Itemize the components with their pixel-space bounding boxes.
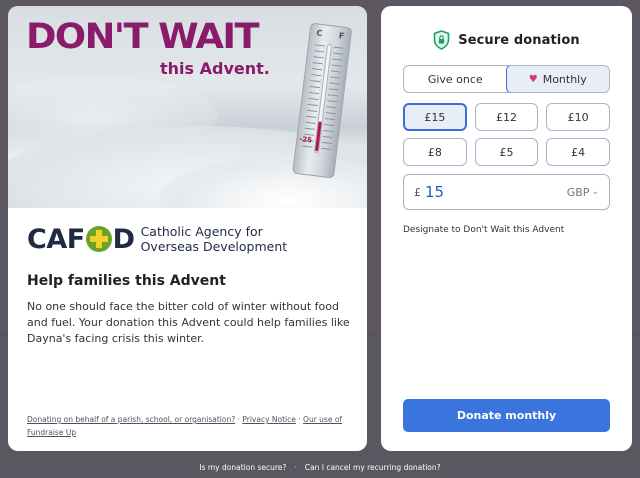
- footer-links: Donating on behalf of a parish, school, …: [27, 415, 343, 437]
- cafod-logo: CAF D Catholic Agency for Overseas Devel…: [27, 223, 288, 255]
- currency-symbol: £: [414, 185, 421, 199]
- amount-options: £15 £12 £10 £8 £5 £4: [403, 103, 610, 166]
- thermometer-reading: -25: [298, 135, 313, 145]
- secure-donation-label: Secure donation: [458, 32, 580, 48]
- frequency-toggle: Give once ♥ Monthly: [403, 65, 610, 93]
- amount-option[interactable]: £15: [403, 103, 467, 131]
- designation-text: Designate to Don't Wait this Advent: [403, 225, 565, 235]
- amount-option[interactable]: £10: [546, 103, 610, 131]
- currency-select[interactable]: GBP: [567, 186, 590, 199]
- campaign-card: DON'T WAIT this Advent. CF -25 CAF D Cat…: [8, 6, 367, 451]
- shield-lock-icon: [433, 30, 450, 50]
- hero-image: DON'T WAIT this Advent. CF -25: [8, 6, 367, 208]
- appeal-title: Help families this Advent: [27, 273, 226, 289]
- give-once-option[interactable]: Give once: [404, 66, 507, 92]
- hero-subheadline: this Advent.: [160, 59, 270, 78]
- parish-donation-link[interactable]: Donating on behalf of a parish, school, …: [27, 415, 235, 424]
- amount-value[interactable]: 15: [425, 183, 567, 201]
- cross-icon: [85, 226, 112, 252]
- amount-option[interactable]: £12: [474, 103, 539, 131]
- amount-option[interactable]: £8: [403, 138, 467, 166]
- amount-option[interactable]: £5: [474, 138, 539, 166]
- chevron-down-icon[interactable]: ⌄: [591, 187, 599, 197]
- hero-headline: DON'T WAIT: [26, 17, 260, 57]
- privacy-notice-link[interactable]: Privacy Notice: [242, 415, 296, 424]
- custom-amount-input[interactable]: £ 15 GBP ⌄: [403, 174, 610, 210]
- cancel-recurring-link[interactable]: Can I cancel my recurring donation?: [305, 463, 441, 472]
- amount-option[interactable]: £4: [546, 138, 610, 166]
- organization-tagline: Catholic Agency for Overseas Development: [140, 224, 288, 254]
- heart-icon: ♥: [528, 73, 538, 85]
- appeal-description: No one should face the bitter cold of wi…: [27, 300, 350, 345]
- donate-button[interactable]: Donate monthly: [403, 399, 610, 432]
- monthly-option[interactable]: ♥ Monthly: [505, 66, 609, 92]
- donation-secure-link[interactable]: Is my donation secure?: [199, 463, 286, 472]
- donation-form: Secure donation Give once ♥ Monthly £15 …: [381, 6, 632, 451]
- bottom-links: Is my donation secure? · Can I cancel my…: [199, 463, 441, 472]
- secure-header: Secure donation: [381, 30, 632, 50]
